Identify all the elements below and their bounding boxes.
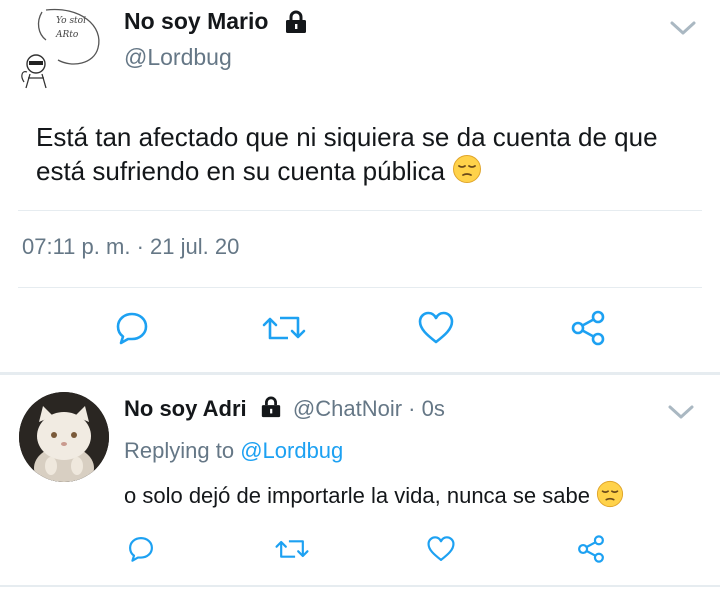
share-button[interactable] — [574, 534, 608, 568]
tweet-date: 21 jul. 20 — [150, 234, 240, 259]
replying-to: Replying to @Lordbug — [124, 438, 343, 464]
tweet-timestamp: 07:11 p. m. · 21 jul. 20 — [22, 234, 239, 260]
share-button[interactable] — [566, 308, 610, 352]
reply-separator: · — [408, 396, 416, 421]
chevron-down-icon[interactable] — [666, 402, 696, 422]
divider — [18, 210, 702, 211]
reply-time: 0s — [421, 396, 445, 421]
reply-icon — [114, 310, 150, 351]
retweet-button[interactable] — [260, 308, 308, 352]
reply-button[interactable] — [124, 534, 158, 568]
divider — [0, 585, 720, 587]
reply-text: o solo dejó de importarle la vida, nunca… — [124, 480, 624, 514]
timestamp-separator: · — [136, 234, 144, 259]
pensive-face-icon — [452, 154, 482, 192]
retweet-icon — [262, 310, 306, 351]
avatar-caption: Yo stoi ARto — [56, 16, 86, 40]
pensive-face-icon — [596, 480, 624, 514]
reply-header: No soy Adri @ChatNoir · 0s — [124, 396, 445, 424]
like-icon — [426, 535, 456, 568]
replying-to-label: Replying to — [124, 438, 235, 463]
lock-icon — [283, 10, 309, 39]
tweet-text: Está tan afectado que ni siquiera se da … — [36, 120, 696, 192]
reply-button[interactable] — [110, 308, 154, 352]
author-name-row: No soy Mario — [124, 8, 309, 39]
retweet-button[interactable] — [272, 534, 312, 568]
divider — [18, 287, 702, 288]
like-button[interactable] — [414, 308, 458, 352]
divider — [0, 372, 720, 375]
tweet-body: Está tan afectado que ni siquiera se da … — [36, 122, 658, 186]
chevron-down-icon[interactable] — [668, 18, 698, 38]
reply-avatar[interactable] — [19, 392, 109, 482]
share-icon — [569, 309, 607, 352]
reply-author-handle[interactable]: @ChatNoir — [293, 396, 402, 421]
reply-author-name[interactable]: No soy Adri — [124, 396, 247, 421]
lock-icon — [259, 396, 283, 424]
replying-to-mention[interactable]: @Lordbug — [240, 438, 343, 463]
retweet-icon — [275, 535, 309, 568]
author-handle[interactable]: @Lordbug — [124, 44, 232, 71]
reply-body: o solo dejó de importarle la vida, nunca… — [124, 482, 590, 508]
author-avatar[interactable]: Yo stoi ARto — [20, 6, 102, 92]
share-icon — [576, 534, 606, 569]
like-button[interactable] — [424, 534, 458, 568]
like-icon — [417, 310, 455, 351]
reply-icon — [127, 535, 155, 568]
tweet-time: 07:11 p. m. — [22, 234, 131, 259]
author-name[interactable]: No soy Mario — [124, 8, 268, 34]
